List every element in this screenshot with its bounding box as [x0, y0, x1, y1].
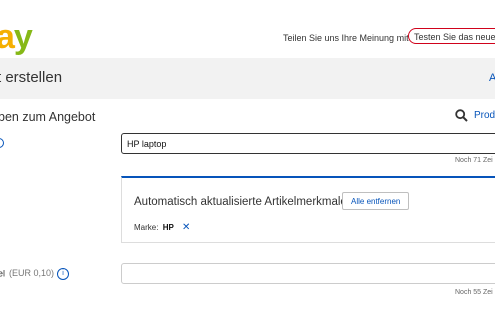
brand-attribute: Marke: HP ✕ [134, 222, 190, 233]
close-icon[interactable]: ✕ [182, 222, 190, 233]
search-icon [455, 109, 468, 122]
logo-letter-a: a [0, 18, 15, 56]
ebay-logo[interactable]: ay [0, 18, 33, 56]
titlebar-link[interactable]: A [489, 72, 495, 84]
remove-all-button[interactable]: Alle entfernen [342, 192, 410, 210]
page-title: t erstellen [0, 69, 63, 86]
product-search-label: Prod [474, 110, 495, 122]
subtitle-fee: (EUR 0,10) [9, 268, 55, 279]
auto-attributes-panel: Automatisch aktualisierte Artikelmerkmal… [121, 176, 495, 243]
product-search-link[interactable]: Prod [455, 109, 495, 122]
title-char-counter: Noch 71 Zei [455, 157, 493, 164]
item-title-input[interactable] [121, 133, 495, 154]
section-title: ben zum Angebot [0, 110, 96, 124]
info-icon[interactable]: i [57, 268, 70, 280]
subtitle-char-counter: Noch 55 Zei [455, 289, 493, 296]
subtitle-label-text: el [0, 268, 6, 279]
title-info-icon[interactable] [0, 138, 4, 148]
brand-label: Marke: [134, 223, 159, 232]
feedback-link[interactable]: Teilen Sie uns Ihre Meinung mit [283, 33, 409, 43]
logo-letter-y: y [13, 18, 33, 56]
brand-value: HP [162, 223, 174, 232]
try-new-experience-button[interactable]: Testen Sie das neue E [408, 28, 495, 44]
subtitle-input[interactable] [121, 263, 495, 284]
auto-attributes-heading: Automatisch aktualisierte Artikelmerkmal… [134, 196, 347, 208]
page-titlebar: t erstellen A [0, 58, 495, 99]
subtitle-label: el (EUR 0,10) i [0, 268, 70, 280]
